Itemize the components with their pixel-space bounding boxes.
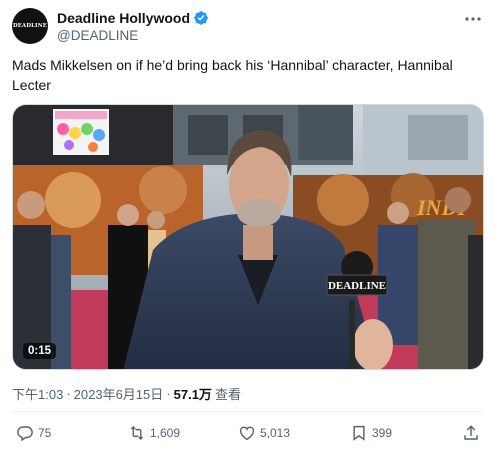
reply-button[interactable]: 75 bbox=[16, 424, 51, 442]
tweet-text: Mads Mikkelsen on if he’d bring back his… bbox=[12, 57, 453, 93]
tweet-meta: 下午1:03 · 2023年6月15日 · 57.1万 查看 bbox=[12, 384, 241, 403]
video-frame: INDI DEADLINE bbox=[13, 105, 483, 369]
author-handle[interactable]: @DEADLINE bbox=[57, 28, 138, 43]
avatar-logo-text: DEADLINE bbox=[12, 23, 47, 29]
meta-separator: · bbox=[66, 386, 71, 401]
tweet-date[interactable]: 2023年6月15日 bbox=[74, 384, 164, 403]
bookmark-count: 399 bbox=[372, 426, 393, 440]
like-count: 5,013 bbox=[260, 426, 291, 440]
share-icon bbox=[464, 425, 478, 440]
author-avatar[interactable]: DEADLINE bbox=[12, 8, 48, 44]
repost-count: 1,609 bbox=[150, 426, 181, 440]
action-bar: 75 1,609 5,013 399 bbox=[0, 422, 497, 448]
like-button[interactable]: 5,013 bbox=[238, 424, 290, 442]
divider bbox=[12, 411, 485, 412]
share-button[interactable] bbox=[462, 424, 480, 442]
bookmark-icon bbox=[353, 425, 365, 441]
author-display-name[interactable]: Deadline Hollywood bbox=[57, 10, 190, 26]
reply-count: 75 bbox=[38, 426, 52, 440]
heart-icon bbox=[239, 426, 255, 441]
repost-icon bbox=[130, 425, 144, 441]
video-player[interactable]: INDI DEADLINE 0:15 bbox=[12, 104, 484, 370]
tweet-time[interactable]: 下午1:03 bbox=[12, 384, 63, 403]
video-duration-badge: 0:15 bbox=[23, 343, 57, 359]
tweet-header: DEADLINE Deadline Hollywood @DEADLINE bbox=[12, 8, 485, 44]
bookmark-button[interactable]: 399 bbox=[350, 424, 392, 442]
repost-button[interactable]: 1,609 bbox=[128, 424, 180, 442]
author-name-row: Deadline Hollywood bbox=[57, 8, 209, 27]
verified-badge-icon bbox=[194, 10, 208, 25]
meta-separator: · bbox=[166, 386, 171, 401]
more-options-icon[interactable] bbox=[463, 12, 483, 26]
microphone-flag-text: DEADLINE bbox=[328, 280, 386, 292]
reply-icon bbox=[17, 426, 33, 442]
views-count: 57.1万 bbox=[173, 387, 212, 402]
views-label: 查看 bbox=[214, 387, 241, 402]
